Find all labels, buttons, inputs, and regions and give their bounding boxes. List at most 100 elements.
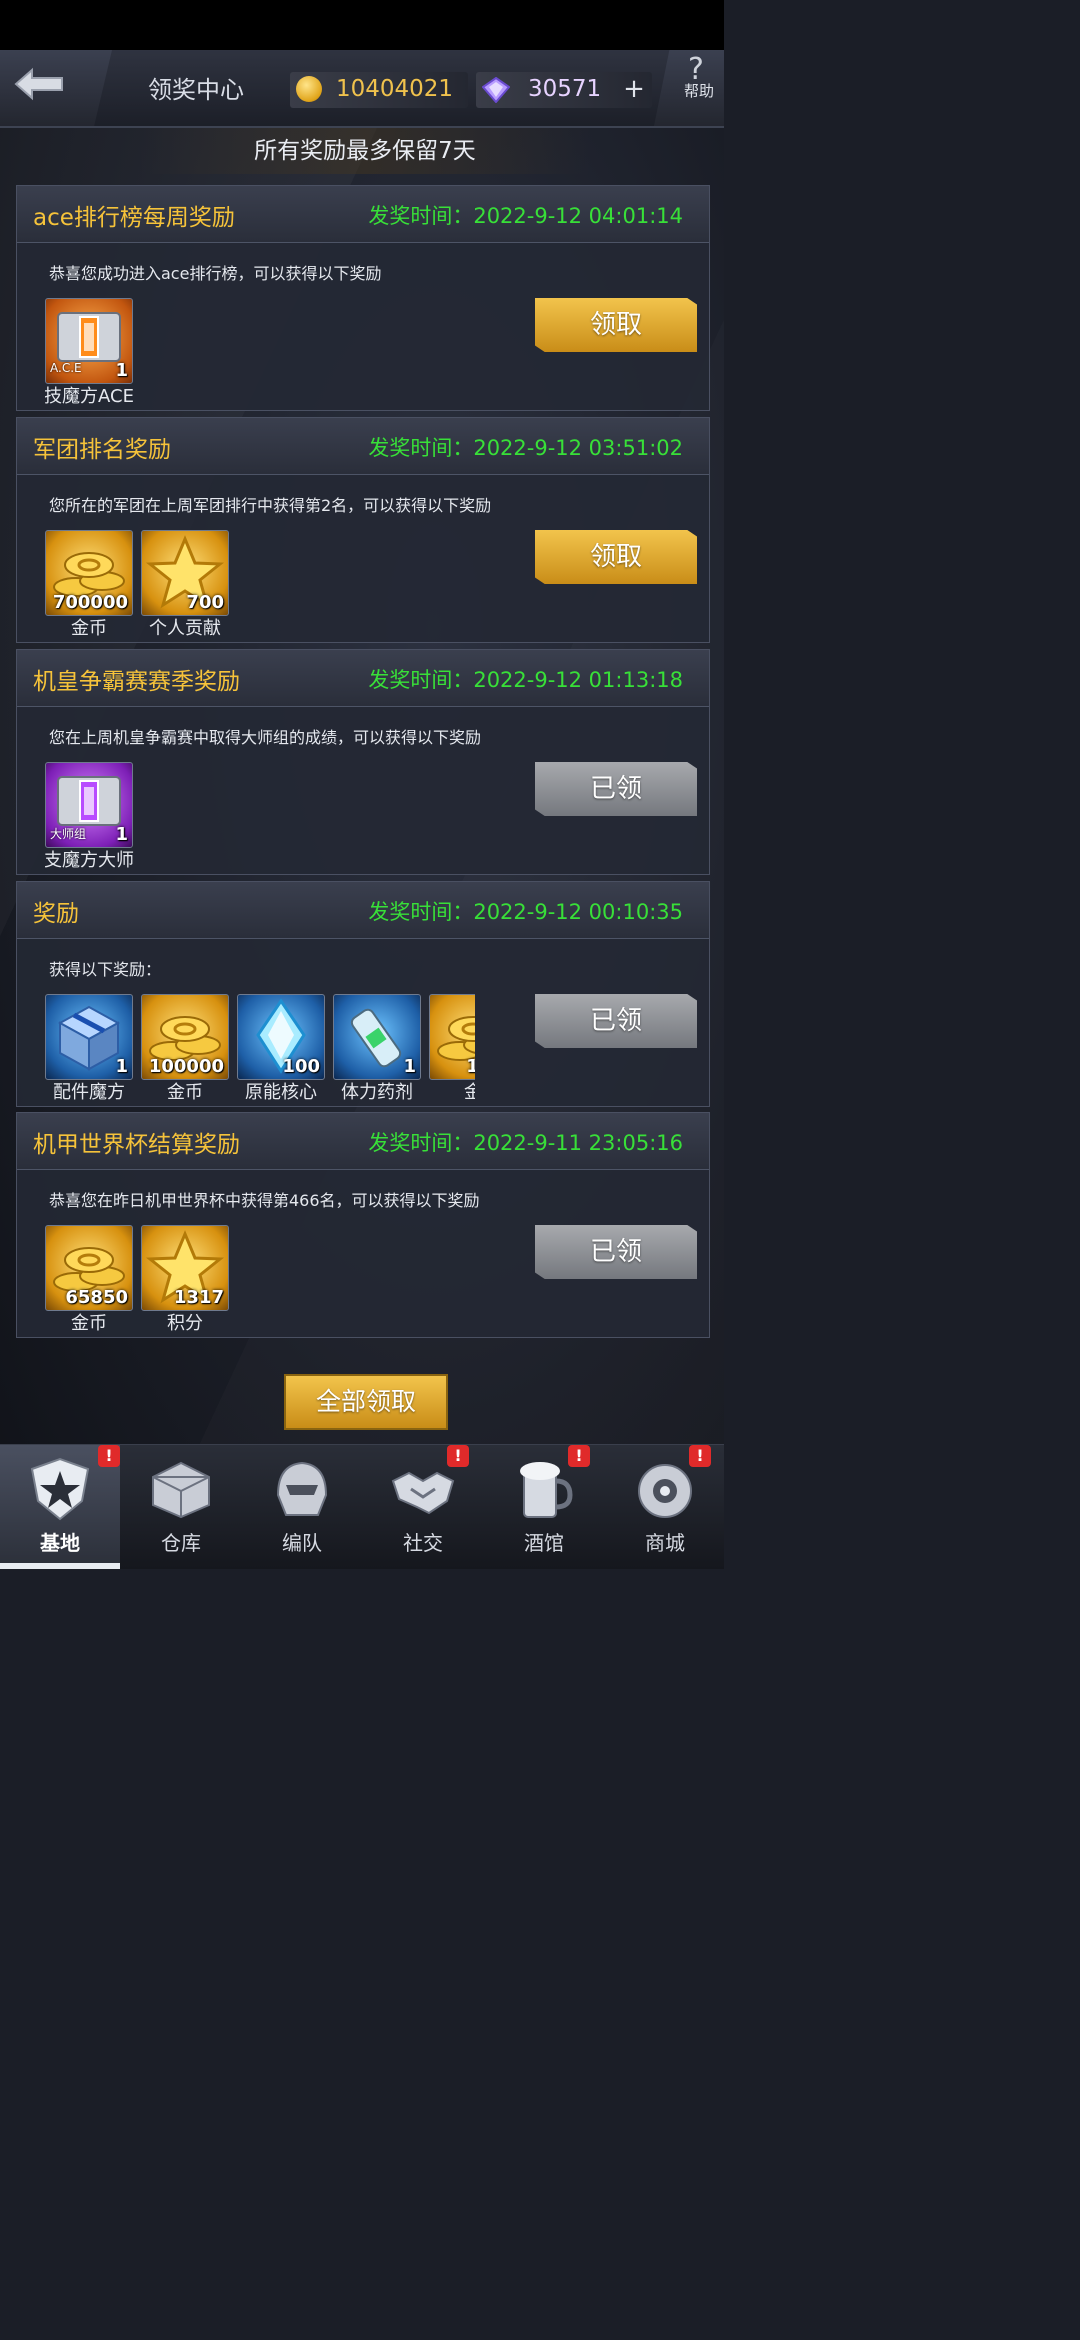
reward-item[interactable]: 大师组 1 支魔方大师 <box>45 762 134 868</box>
item-count: 100000 <box>148 1056 224 1077</box>
item-count: 1317 <box>173 1287 224 1308</box>
reward-item[interactable]: 1317 积分 <box>141 1225 229 1331</box>
status-bar <box>0 0 724 50</box>
claim-all-button[interactable]: 全部领取 <box>284 1374 448 1430</box>
nav-item[interactable]: 仓库 <box>121 1445 241 1569</box>
nav-label: 编队 <box>282 1531 322 1555</box>
gem-balance: 30571 + <box>476 72 652 108</box>
item-name: 配件魔方 <box>53 1082 125 1100</box>
card-description: 恭喜您成功进入ace排行榜，可以获得以下奖励 <box>49 264 382 283</box>
card-description: 获得以下奖励： <box>49 960 162 979</box>
item-count: 65850 <box>65 1287 128 1308</box>
energy-core-icon: 100 <box>237 994 325 1080</box>
card-header: ace排行榜每周奖励 发奖时间：2022-9-12 04:01:14 <box>17 186 709 243</box>
nav-item[interactable]: 基地! <box>0 1445 120 1569</box>
item-count: 1 <box>115 1056 128 1077</box>
reward-item[interactable]: 700000 金币 <box>45 530 133 636</box>
reward-item[interactable]: 100 原能核心 <box>237 994 325 1100</box>
item-name: 金 <box>464 1082 475 1100</box>
gem-amount: 30571 <box>528 76 602 102</box>
top-bar: 领奖中心 10404021 30571 + ? 帮助 <box>0 50 724 128</box>
card-description: 恭喜您在昨日机甲世界杯中获得第466名，可以获得以下奖励 <box>49 1191 480 1210</box>
reward-item[interactable]: 100000 金币 <box>141 994 229 1100</box>
card-description: 您在上周机皇争霸赛中取得大师组的成绩，可以获得以下奖励 <box>49 728 482 747</box>
retention-notice: 所有奖励最多保留7天 <box>140 128 590 174</box>
star-icon: 700 <box>141 530 229 616</box>
reward-item[interactable]: 1 体力药剂 <box>333 994 421 1100</box>
warehouse-icon <box>147 1455 215 1523</box>
gold-coin-icon: 65850 <box>45 1225 133 1311</box>
gold-coin-icon <box>296 76 322 102</box>
item-count: 1 <box>115 824 128 845</box>
item-name: 个人贡献 <box>149 618 221 636</box>
reward-items: 65850 金币 1317 积分 <box>45 1225 475 1331</box>
reward-items: 1 配件魔方 100000 金币 100 原能核心 1 体力药剂 150( 金 <box>45 994 475 1100</box>
card-title: 奖励 <box>33 901 79 927</box>
stamina-potion-icon: 1 <box>333 994 421 1080</box>
reward-items: A.C.E 1 技魔方ACE <box>45 298 475 404</box>
reward-items: 大师组 1 支魔方大师 <box>45 762 475 868</box>
nav-item[interactable]: 商城! <box>605 1445 725 1569</box>
master-cube-icon: 大师组 1 <box>45 762 133 848</box>
item-name: 支魔方大师 <box>45 850 134 868</box>
alert-badge: ! <box>447 1445 469 1467</box>
reward-item[interactable]: 1 配件魔方 <box>45 994 133 1100</box>
gold-coin-icon: 150( <box>429 994 475 1080</box>
card-description: 您所在的军团在上周军团排行中获得第2名，可以获得以下奖励 <box>49 496 492 515</box>
item-count: 100 <box>282 1056 320 1077</box>
reward-card: 奖励 发奖时间：2022-9-12 00:10:35 获得以下奖励： 1 配件魔方 100… <box>16 881 710 1107</box>
back-button[interactable] <box>0 50 112 126</box>
alert-badge: ! <box>98 1445 120 1467</box>
reward-card: ace排行榜每周奖励 发奖时间：2022-9-12 04:01:14 恭喜您成功进入… <box>16 185 710 411</box>
bottom-nav: 基地! 仓库 编队 社交! 酒馆! 商城! <box>0 1444 724 1569</box>
reward-item[interactable]: A.C.E 1 技魔方ACE <box>45 298 134 404</box>
reward-card: 机甲世界杯结算奖励 发奖时间：2022-9-11 23:05:16 恭喜您在昨日机甲… <box>16 1112 710 1338</box>
nav-label: 酒馆 <box>524 1531 564 1555</box>
reward-card: 机皇争霸赛赛季奖励 发奖时间：2022-9-12 01:13:18 您在上周机皇争霸… <box>16 649 710 875</box>
item-name: 体力药剂 <box>341 1082 413 1100</box>
claim-button[interactable]: 领取 <box>535 530 697 584</box>
active-indicator <box>0 1563 120 1569</box>
card-header: 机甲世界杯结算奖励 发奖时间：2022-9-11 23:05:16 <box>17 1113 709 1170</box>
star-icon: 1317 <box>141 1225 229 1311</box>
back-arrow-icon <box>14 67 63 101</box>
claimed-button[interactable]: 已领 <box>535 762 697 816</box>
nav-label: 仓库 <box>161 1531 201 1555</box>
nav-item[interactable]: 社交! <box>363 1445 483 1569</box>
alert-badge: ! <box>568 1445 590 1467</box>
alert-badge: ! <box>689 1445 711 1467</box>
card-time: 发奖时间：2022-9-11 23:05:16 <box>368 1131 683 1155</box>
item-count: 1 <box>403 1056 416 1077</box>
page-title: 领奖中心 <box>148 76 244 104</box>
nav-item[interactable]: 编队 <box>242 1445 362 1569</box>
card-title: ace排行榜每周奖励 <box>33 205 235 231</box>
help-label: 帮助 <box>684 82 715 100</box>
claim-button[interactable]: 领取 <box>535 298 697 352</box>
item-name: 金币 <box>71 618 107 636</box>
claimed-button[interactable]: 已领 <box>535 994 697 1048</box>
gold-coin-icon: 100000 <box>141 994 229 1080</box>
reward-items: 700000 金币 700 个人贡献 <box>45 530 475 636</box>
item-count: 700000 <box>52 592 128 613</box>
mech-helmet-icon <box>268 1455 336 1523</box>
card-header: 军团排名奖励 发奖时间：2022-9-12 03:51:02 <box>17 418 709 475</box>
card-title: 机皇争霸赛赛季奖励 <box>33 669 240 695</box>
help-button[interactable]: ? 帮助 <box>654 50 724 126</box>
reward-item[interactable]: 65850 金币 <box>45 1225 133 1331</box>
claimed-button[interactable]: 已领 <box>535 1225 697 1279</box>
card-header: 机皇争霸赛赛季奖励 发奖时间：2022-9-12 01:13:18 <box>17 650 709 707</box>
card-title: 军团排名奖励 <box>33 437 171 463</box>
reward-item[interactable]: 150( 金 <box>429 994 475 1100</box>
item-count: 1 <box>115 360 128 381</box>
item-name: 金币 <box>167 1082 203 1100</box>
coin-amount: 10404021 <box>336 76 454 102</box>
card-time: 发奖时间：2022-9-12 04:01:14 <box>368 204 683 228</box>
add-gems-button[interactable]: + <box>620 75 648 103</box>
item-count: 700 <box>186 592 224 613</box>
card-time: 发奖时间：2022-9-12 01:13:18 <box>368 668 683 692</box>
item-name: 原能核心 <box>245 1082 317 1100</box>
base-emblem-icon <box>26 1455 94 1523</box>
nav-item[interactable]: 酒馆! <box>484 1445 604 1569</box>
nav-label: 社交 <box>403 1531 443 1555</box>
reward-item[interactable]: 700 个人贡献 <box>141 530 229 636</box>
